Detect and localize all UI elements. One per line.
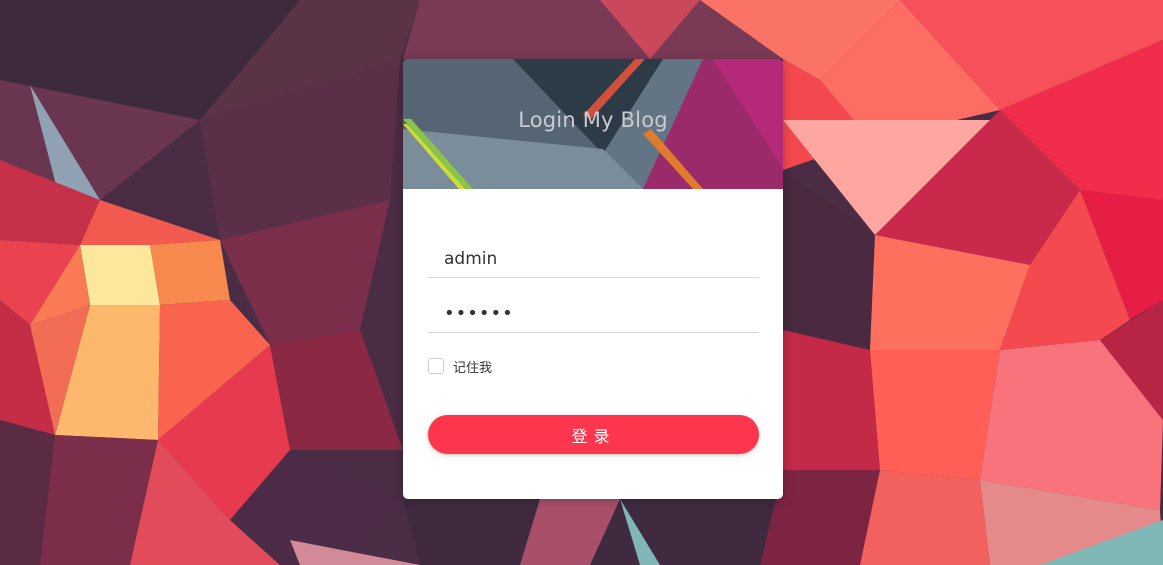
card-title: Login My Blog xyxy=(518,108,668,132)
remember-checkbox[interactable] xyxy=(428,358,444,374)
username-input[interactable] xyxy=(428,240,759,278)
password-input[interactable] xyxy=(428,295,759,333)
remember-label: 记住我 xyxy=(453,360,493,376)
remember-me[interactable]: 记住我 xyxy=(428,356,492,376)
card-header: Login My Blog xyxy=(403,59,783,189)
login-button[interactable]: 登录 xyxy=(428,415,759,454)
login-card: Login My Blog 记住我 登录 xyxy=(403,59,783,499)
